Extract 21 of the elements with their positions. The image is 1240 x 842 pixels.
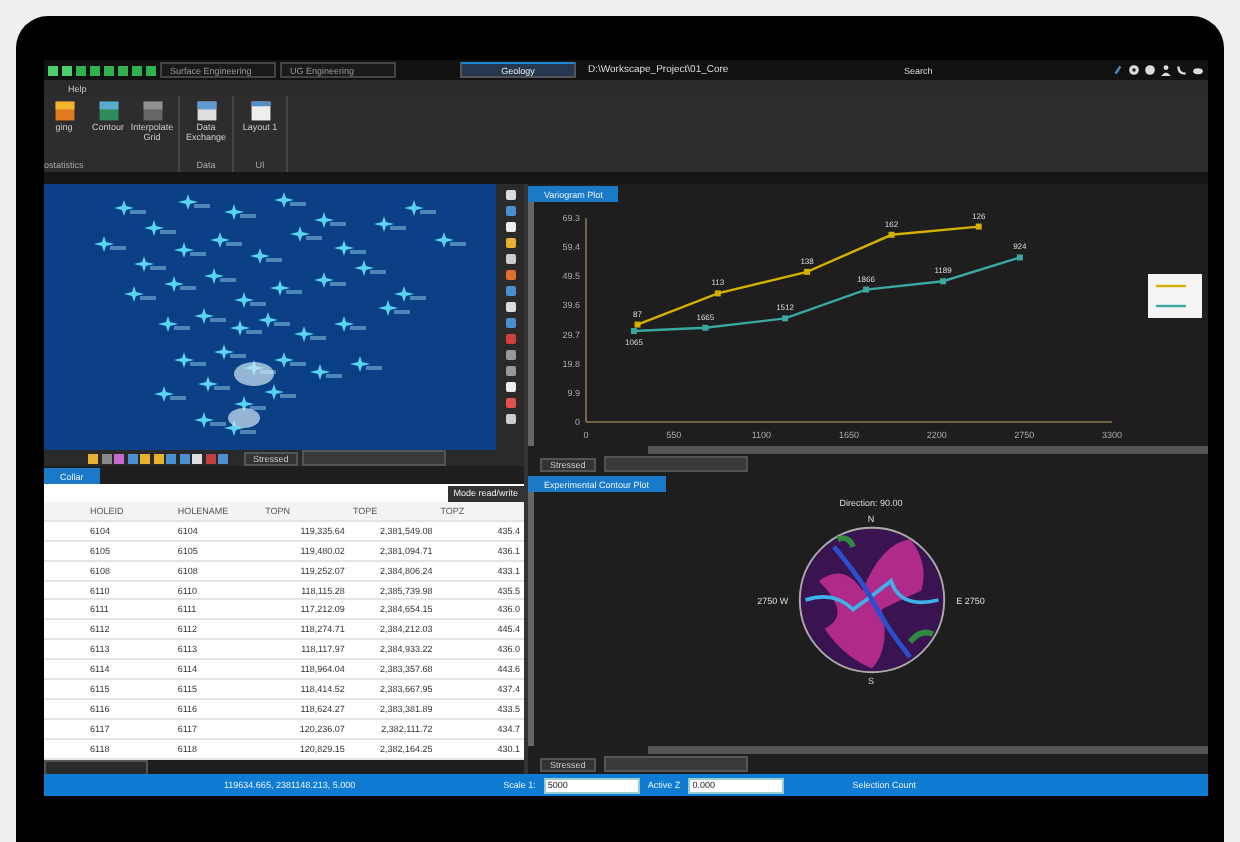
scrollbar[interactable] <box>648 446 1208 454</box>
data-point <box>702 324 709 331</box>
user-icon[interactable] <box>1160 64 1172 76</box>
contour-icon <box>97 100 119 122</box>
data-point <box>804 268 811 275</box>
data-point <box>888 231 895 238</box>
exchange-icon <box>195 100 217 122</box>
kriging-icon <box>53 100 75 122</box>
scrollbar[interactable] <box>648 746 1208 754</box>
data-point <box>863 286 870 293</box>
layout-icon <box>249 100 271 122</box>
data-point <box>940 278 947 285</box>
grid-icon <box>141 100 163 122</box>
settings-icon[interactable] <box>1128 64 1140 76</box>
data-point <box>782 315 789 322</box>
phone-icon[interactable] <box>1176 64 1188 76</box>
data-point <box>1016 254 1023 261</box>
data-point <box>975 223 982 230</box>
chart-legend <box>1148 274 1202 318</box>
data-point <box>714 290 721 297</box>
cloud-icon[interactable] <box>1192 64 1204 76</box>
